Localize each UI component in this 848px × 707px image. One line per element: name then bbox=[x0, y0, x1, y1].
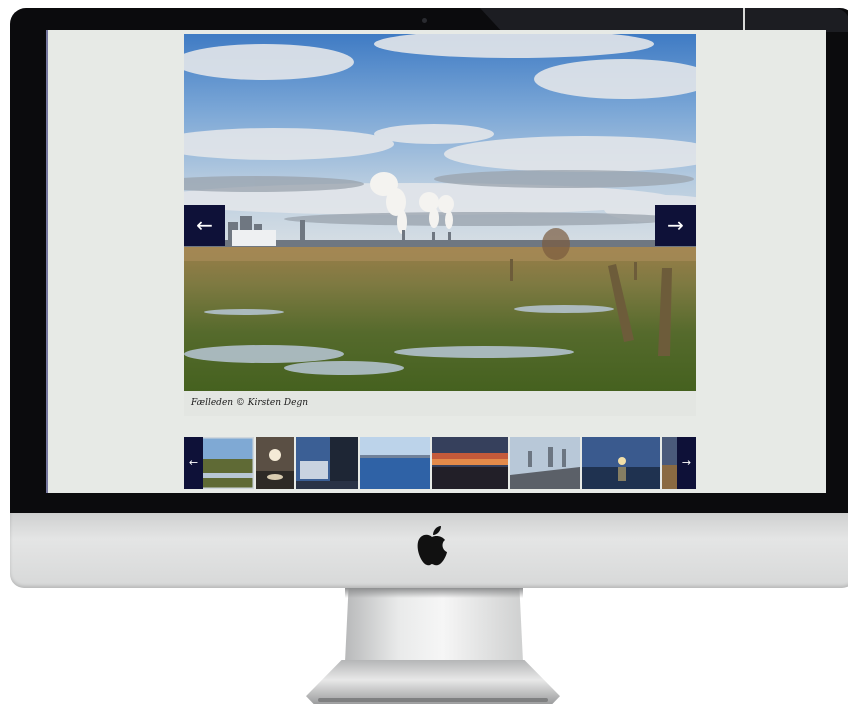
thumbnail-item[interactable] bbox=[432, 437, 508, 489]
screen-edge bbox=[46, 30, 48, 493]
thumbnail-prev-button[interactable]: ← bbox=[184, 437, 203, 489]
bezel-seam bbox=[743, 8, 745, 32]
thumbnail-item[interactable] bbox=[360, 437, 430, 489]
stand-foot-edge bbox=[318, 698, 548, 702]
slide-next-button[interactable]: → bbox=[655, 205, 696, 246]
slide-prev-button[interactable]: ← bbox=[184, 205, 225, 246]
stand-shadow bbox=[345, 588, 523, 598]
thumbnail-item[interactable] bbox=[296, 437, 358, 489]
apple-logo-icon bbox=[414, 524, 450, 568]
thumbnail-strip: ← → bbox=[184, 437, 696, 489]
monitor-stand-neck bbox=[345, 588, 523, 662]
thumbnail-item[interactable] bbox=[582, 437, 660, 489]
screen: ← → Fælleden © Kirsten Degn ← → bbox=[46, 30, 826, 493]
thumbnail-item[interactable] bbox=[198, 437, 254, 489]
slide-image bbox=[184, 34, 696, 391]
image-caption: Fælleden © Kirsten Degn bbox=[191, 398, 309, 408]
thumbnail-item[interactable] bbox=[256, 437, 294, 489]
bezel-glare bbox=[480, 8, 848, 32]
thumbnail-item[interactable] bbox=[510, 437, 580, 489]
thumbnail-next-button[interactable]: → bbox=[677, 437, 696, 489]
camera-dot bbox=[422, 18, 427, 23]
